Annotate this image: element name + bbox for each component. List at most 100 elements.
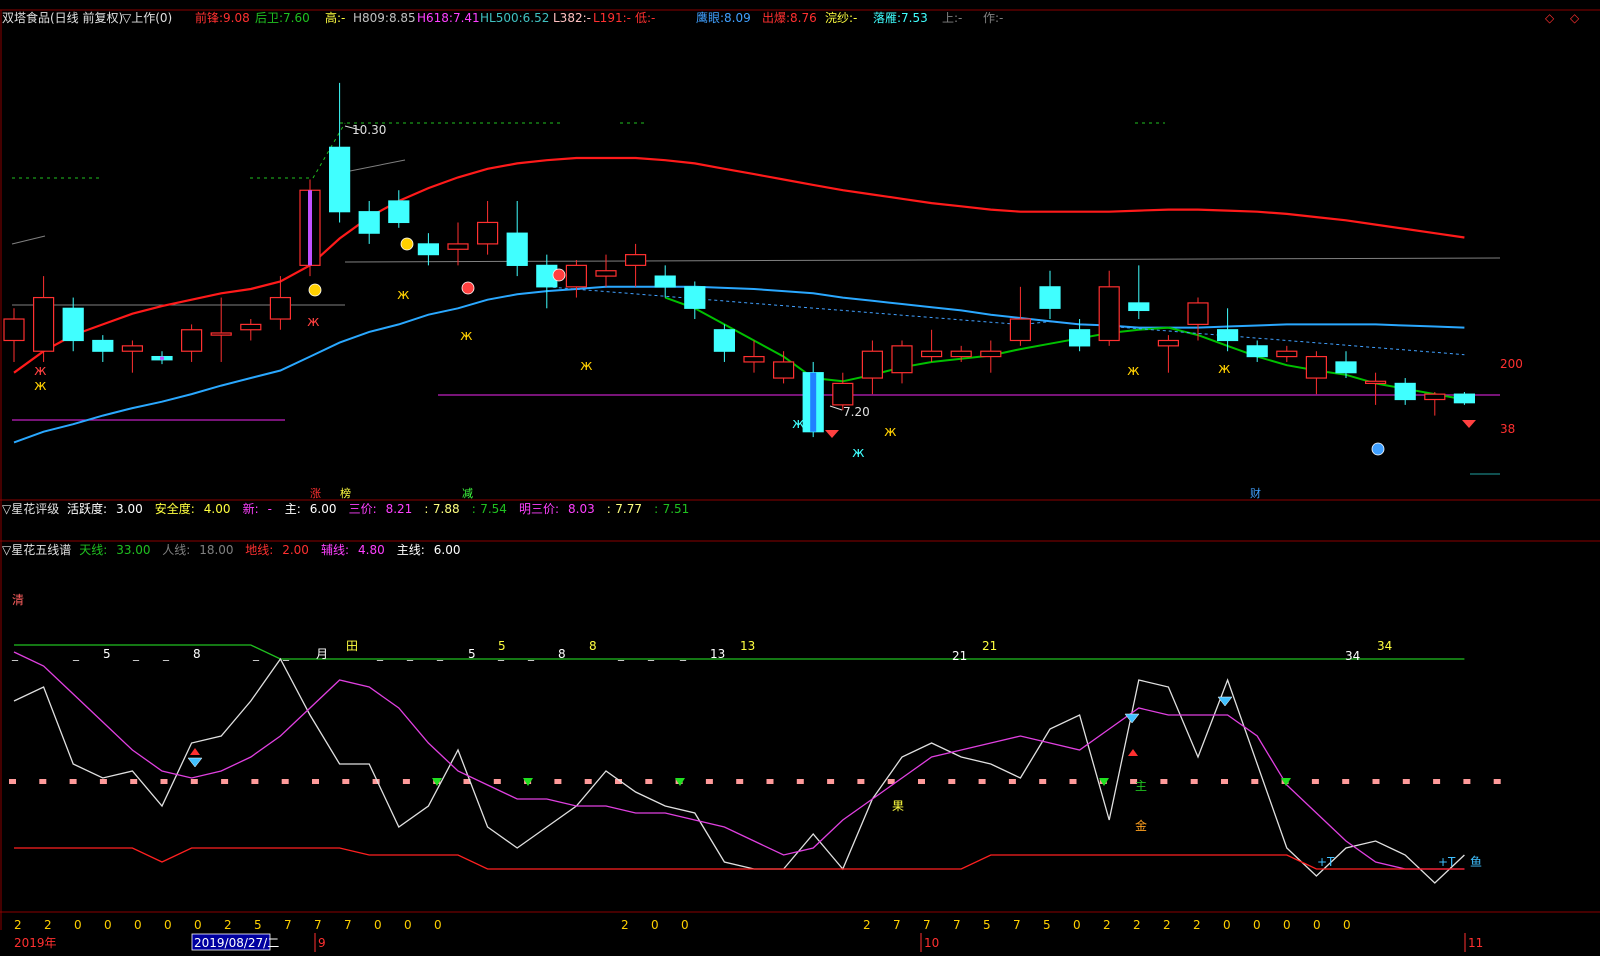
rating-label: 主: [285,502,301,516]
candle-body [891,345,913,374]
indicator-label-14: 作:- [983,11,1003,25]
staff-label: 21 [982,639,997,653]
level-dash [796,779,804,784]
staff-label: 清 [12,593,24,607]
staff-value: 6.00 [434,543,461,557]
candle-body [1068,329,1091,347]
staff-label: 果 [892,799,904,813]
signal-mark: 涨 [310,487,321,500]
month-label: 11 [1468,936,1483,950]
candle-body [920,350,943,358]
level-dash [312,779,319,784]
staff-digit: 0 [1283,918,1291,932]
butterfly-icon: ж [852,445,865,461]
candle-body [1276,350,1298,358]
rating-value: 7.88 [433,502,460,516]
staff-underscore: _ [132,647,140,661]
price-panel[interactable]: 10.307.2020038жжжжжжжжжж ж涨榜减财 [3,82,1523,500]
level-dash [857,779,865,784]
candle-body [1364,380,1387,385]
staff-digit: 2 [14,918,22,932]
staff-digit: 2 [224,918,232,932]
staff-label: 金 [1135,818,1147,833]
gem-icon [825,430,839,438]
staff-digit: 7 [1013,918,1021,932]
indicator-label-8: 低:- [635,11,655,25]
indicator-label-4: H618:7.41 [417,11,480,25]
indicator-label-10: 出爆:8.76 [762,11,817,25]
staff-digit: 2 [621,918,629,932]
rating-value: 7.51 [663,502,690,516]
indicator-label-5: HL500:6.52 [480,11,549,25]
level-dash [402,779,410,784]
butterfly-icon: ж [1218,361,1231,377]
staff-underscore: _ [497,647,505,661]
candle-body [181,329,203,352]
level-dash [1342,779,1350,784]
staff-digit: 5 [1043,918,1051,932]
staff-line-辅线 [13,651,1465,870]
candle-body [1187,302,1209,325]
rating-value: 7.77 [615,502,642,516]
staff-value: 2.00 [282,543,309,557]
indicator-label-12: 落雁:7.53 [873,11,928,25]
candle-body [1394,382,1416,401]
staff-label: 5 [103,647,111,661]
rating-label: : [607,502,611,516]
chart-canvas: 双塔食品(日线 前复权)▽上作(0) 前锋:9.08 后卫:7.60 高:- H809:… [0,9,1600,952]
candle-body [1424,393,1446,401]
staff-digit: 0 [681,918,689,932]
level-dash [705,779,713,784]
candle-body [743,355,765,363]
candle-body [713,329,736,352]
staff-label: 田 [346,639,358,653]
staff-label: 天线: [79,543,107,557]
staff-value: 18.00 [199,543,233,557]
indicator-label-9: 鹰眼:8.09 [696,10,751,25]
right-label: 38 [1500,422,1515,436]
up-arrow-icon [190,748,200,755]
level-dash [736,779,744,784]
date-axis: 2019年 2019/08/27/二 9 10 11 [14,933,1483,952]
butterfly-icon: ж [34,363,47,379]
candle-body [3,318,25,342]
level-dash [9,779,16,784]
staff-digit: 5 [983,918,991,932]
rating-title: ▽星花评级 [2,501,59,516]
rating-value: 6.00 [310,502,337,516]
candle-body [861,350,884,379]
candle-body [654,275,676,288]
staff-digit: 0 [404,918,412,932]
staff-digit: 2 [44,918,52,932]
staff-panel[interactable]: 清 5 8 月 田 5 5 8 8 13 13 21 21 34 34 果 主金 +T +T 鱼 _ _ _ _ _ _ _ _ _ _ _… [9,593,1501,932]
staff-underscore: _ [617,647,625,661]
staff-digit: 2 [1163,918,1171,932]
staff-panel-header: ▽星花五线谱 天线: 33.00 人线: 18.00 地线: 2.00 辅线: 4.80 主线: 6… [2,542,461,557]
indicator-label-7: L191:- [593,11,631,25]
staff-underscore: _ [252,647,260,661]
level-dash [1160,779,1168,784]
level-dash [493,779,501,784]
butterfly-icon: ж [460,328,473,344]
level-dash [584,779,592,784]
level-dash [978,779,986,784]
indicator-label-13: 上:- [942,11,962,25]
staff-digit: 0 [651,918,659,932]
month-label: 10 [924,936,939,950]
indicator-label-11: 浣纱:- [825,10,857,25]
ma-line-0 [13,156,1465,374]
staff-digit: 2 [1103,918,1111,932]
candle-body [1246,345,1268,358]
candle-body [980,350,1002,358]
rating-value: 8.03 [568,502,595,516]
staff-label: 鱼 [1470,855,1482,869]
rating-label: 三价: [349,502,377,516]
level-dash [1190,779,1198,784]
level-dash [1069,779,1077,784]
low-label: 7.20 [843,405,870,419]
candle-body [1098,286,1120,342]
candle-body [1157,339,1180,347]
staff-digit: 5 [254,918,262,932]
staff-underscore: _ [406,647,414,661]
butterfly-icon: ж [1127,363,1140,379]
